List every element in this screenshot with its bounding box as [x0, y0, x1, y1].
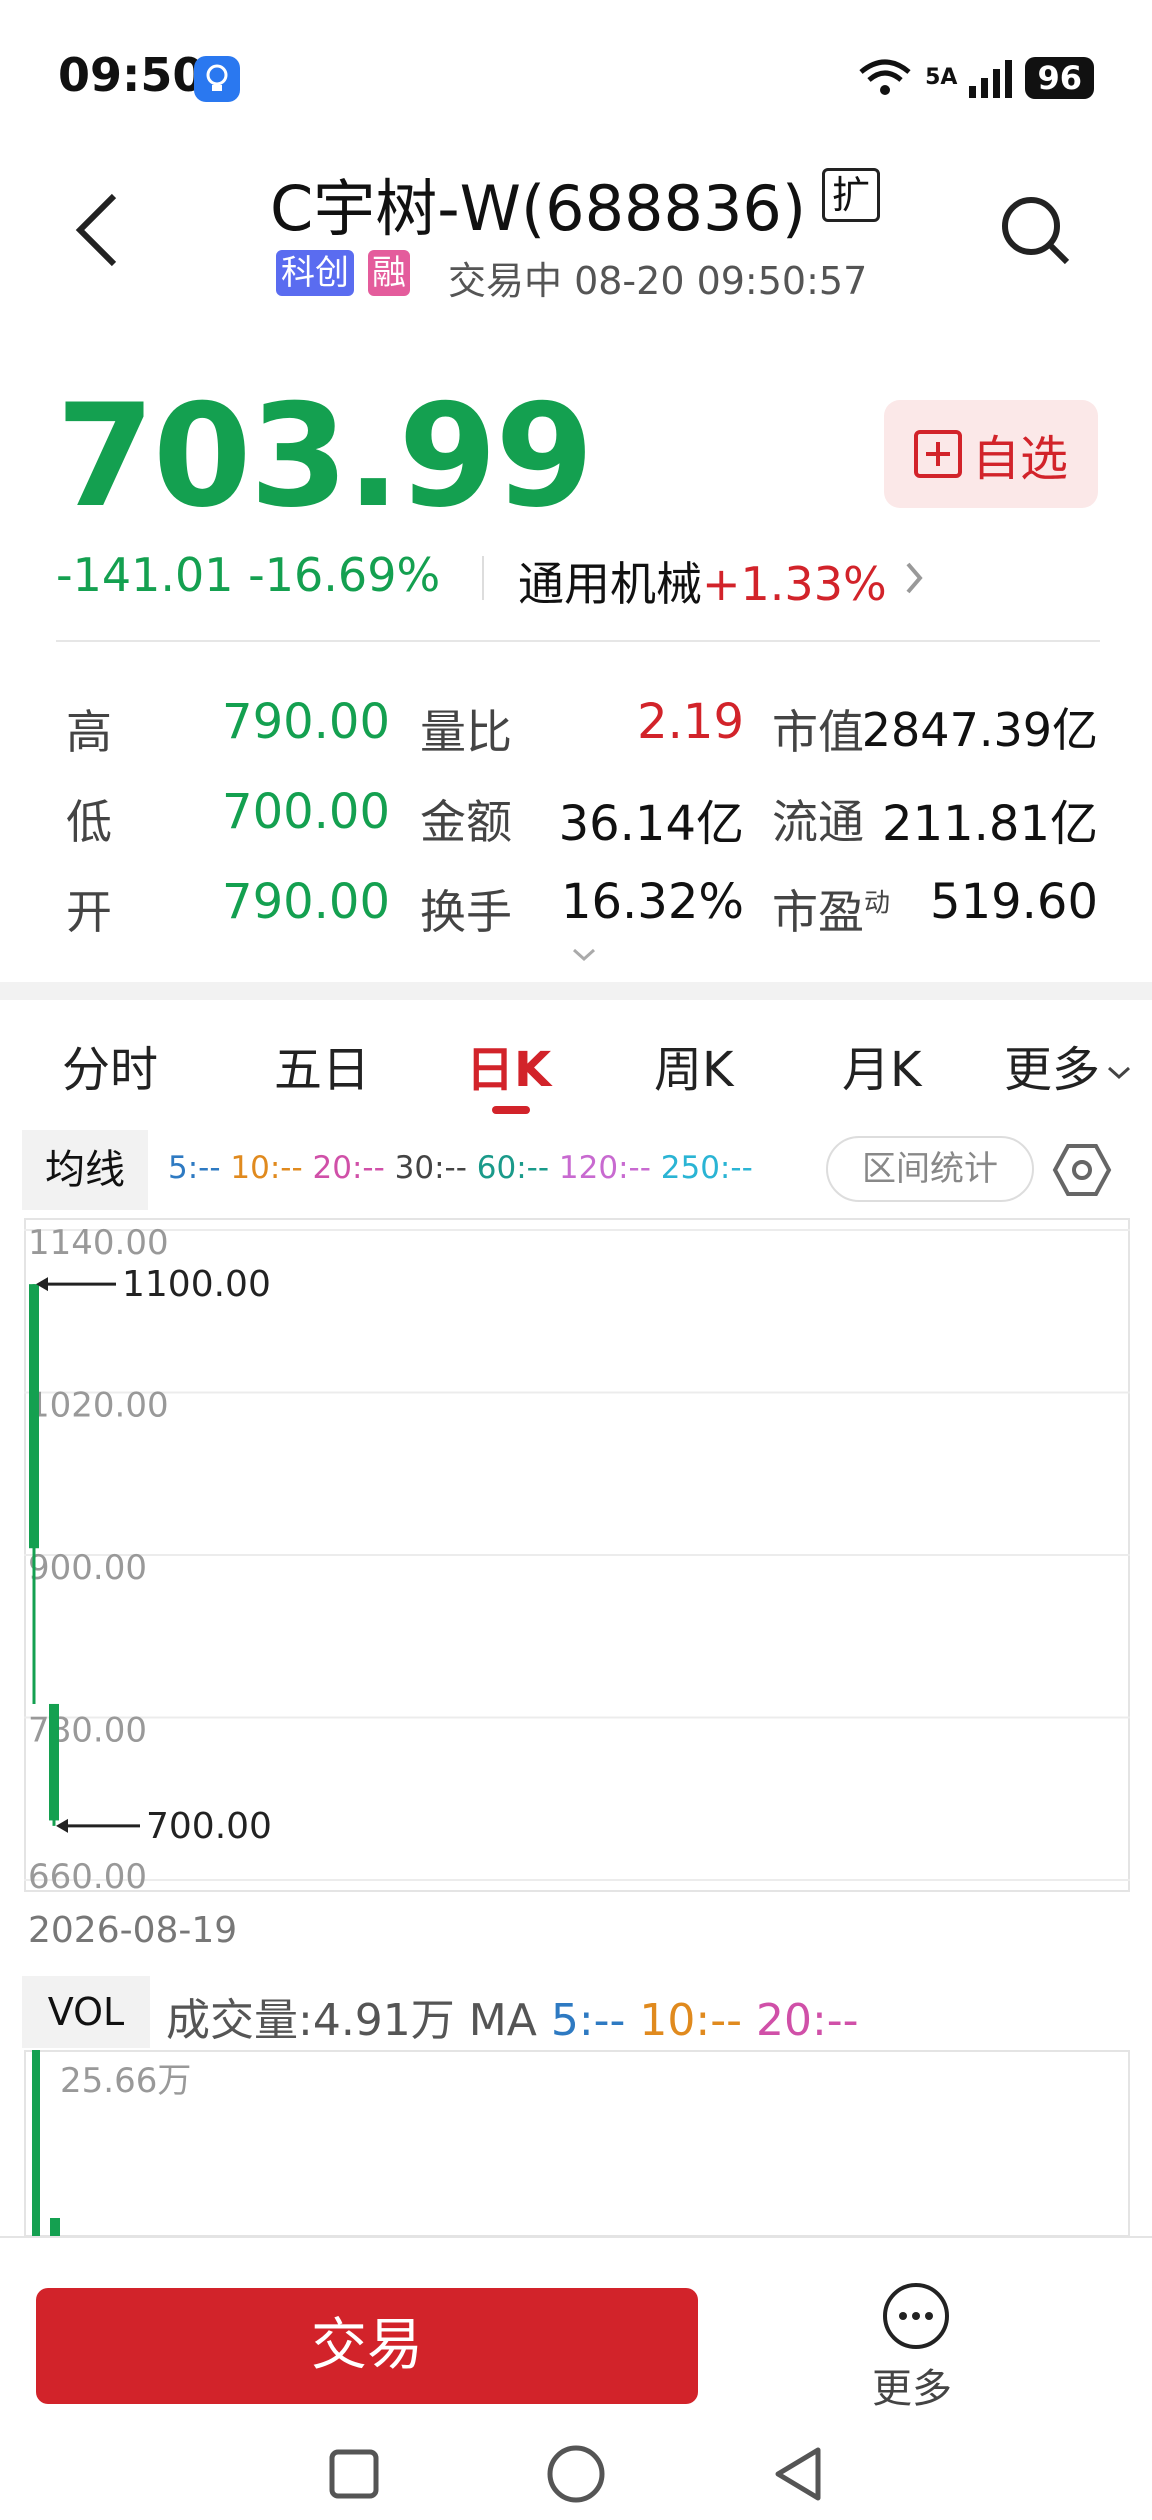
expand-chevron-icon[interactable] [572, 948, 596, 962]
sector-name: 通用机械 [518, 557, 702, 611]
stat-open-label: 开 [66, 885, 112, 939]
ma-toggle[interactable]: 均线 [22, 1130, 148, 1210]
annotation-arrow [56, 1818, 68, 1833]
stat-high-value: 790.00 [222, 694, 390, 750]
y-tick-label: 900.00 [28, 1548, 147, 1588]
search-icon[interactable] [995, 190, 1075, 270]
stock-title: C宇树-W(688836) [270, 172, 807, 245]
volume-max-label: 25.66万 [60, 2061, 191, 2101]
tab-more[interactable]: 更多 [1004, 1030, 1132, 1100]
volume-bar [32, 2050, 40, 2236]
sector-link[interactable]: 通用机械+1.33% [518, 548, 887, 614]
trade-status: 交易中 08-20 09:50:57 [448, 259, 868, 303]
stat-turnover-label: 换手 [420, 885, 512, 939]
recent-apps-icon[interactable] [328, 2448, 380, 2500]
chevron-down-icon [1108, 1066, 1131, 1080]
signal-icon [969, 60, 1013, 98]
status-time: 09:50 [58, 48, 205, 102]
stat-float-value: 211.81亿 [882, 796, 1098, 852]
add-watchlist-button[interactable]: 自选 [884, 400, 1098, 508]
more-dots-icon[interactable] [882, 2282, 950, 2350]
wifi-icon [859, 59, 911, 95]
battery-level: 96 [1025, 57, 1094, 99]
watchlist-label: 自选 [971, 431, 1068, 487]
section-divider [0, 982, 1152, 1000]
y-tick-label: 1020.00 [28, 1386, 169, 1426]
active-tab-indicator [492, 1106, 530, 1114]
ma-item: 5:-- [168, 1150, 221, 1186]
ma-values: 5:-- 10:-- 20:-- 30:-- 60:-- 120:-- 250:… [168, 1150, 753, 1186]
star-market-tag: 科创 [276, 250, 354, 296]
annotation-label: 1100.00 [122, 1264, 271, 1305]
divider [0, 2236, 1152, 2238]
more-label[interactable]: 更多 [872, 2356, 952, 2414]
extended-info-badge[interactable]: 扩 [822, 168, 880, 222]
margin-tag: 融 [368, 250, 410, 296]
stat-open-value: 790.00 [222, 874, 390, 930]
ma-item: 120:-- [558, 1150, 651, 1186]
home-icon[interactable] [546, 2444, 606, 2504]
y-tick-label: 1140.00 [28, 1223, 169, 1263]
range-stats-button[interactable]: 区间统计 [826, 1136, 1034, 1202]
volume-indicator-toggle[interactable]: VOL [22, 1976, 150, 2048]
back-arrow-icon[interactable] [70, 190, 126, 270]
ma-item: 60:-- [476, 1150, 550, 1186]
tab-daily-k[interactable]: 日K [466, 1030, 551, 1100]
settings-hexagon-icon[interactable] [1052, 1142, 1112, 1198]
stat-mktcap-value: 2847.39亿 [861, 703, 1098, 757]
y-tick-label: 780.00 [28, 1711, 147, 1751]
volume-chart: 25.66万 [24, 2050, 1130, 2236]
vol-ma10: 10:-- [639, 1995, 742, 2046]
candle-body [49, 1703, 59, 1821]
price-change: -141.01 -16.69% [56, 548, 441, 602]
status-right: 5A 96 [857, 54, 1094, 102]
stat-amount-label: 金额 [420, 795, 512, 849]
vol-ma5: 5:-- [550, 1995, 626, 2046]
volume-bar [50, 2218, 60, 2236]
plus-square-icon [913, 430, 962, 478]
tab-monthly-k[interactable]: 月K [842, 1030, 921, 1100]
ma-item: 20:-- [312, 1150, 385, 1186]
volume-value: 成交量:4.91万 MA [166, 1995, 551, 2046]
divider [482, 556, 484, 600]
ma-item: 10:-- [230, 1150, 303, 1186]
candle-body [29, 1284, 39, 1549]
volume-info: 成交量:4.91万 MA 5:-- 10:-- 20:-- [166, 1984, 859, 2048]
stat-mktcap-label: 市值 [772, 705, 864, 759]
annotation-label: 700.00 [146, 1806, 272, 1847]
stat-vol-ratio-label: 量比 [420, 705, 512, 759]
notification-bulb-icon [194, 56, 240, 102]
stat-amount-value: 36.14亿 [558, 796, 744, 852]
stat-vol-ratio-value: 2.19 [637, 694, 744, 750]
nav-back-icon[interactable] [770, 2444, 826, 2504]
network-type: 5A [925, 65, 958, 90]
pe-superscript: 动 [864, 888, 891, 919]
stat-low-value: 700.00 [222, 784, 390, 840]
stat-pe-label: 市盈动 [772, 885, 891, 939]
tab-weekly-k[interactable]: 周K [654, 1030, 733, 1100]
y-tick-label: 660.00 [28, 1857, 147, 1892]
divider [56, 640, 1100, 642]
stat-low-label: 低 [66, 795, 112, 849]
stat-turnover-value: 16.32% [560, 874, 744, 930]
ma-item: 250:-- [660, 1150, 753, 1186]
tab-intraday[interactable]: 分时 [62, 1030, 158, 1100]
stat-pe-value: 519.60 [930, 874, 1098, 930]
candlestick-chart[interactable]: 1140.00 1020.00 900.00 780.00 660.00 1100.00 7… [24, 1218, 1130, 1892]
tab-five-day[interactable]: 五日 [274, 1030, 370, 1100]
sector-change: +1.33% [702, 557, 887, 611]
vol-ma20: 20:-- [755, 1995, 859, 2046]
chevron-right-icon [906, 562, 923, 594]
stat-float-label: 流通 [772, 795, 864, 849]
trade-button[interactable]: 交易 [36, 2288, 698, 2404]
chart-start-date: 2026-08-19 [28, 1910, 238, 1951]
current-price: 703.99 [56, 374, 594, 539]
ma-item: 30:-- [394, 1150, 467, 1186]
stat-high-label: 高 [66, 705, 112, 759]
